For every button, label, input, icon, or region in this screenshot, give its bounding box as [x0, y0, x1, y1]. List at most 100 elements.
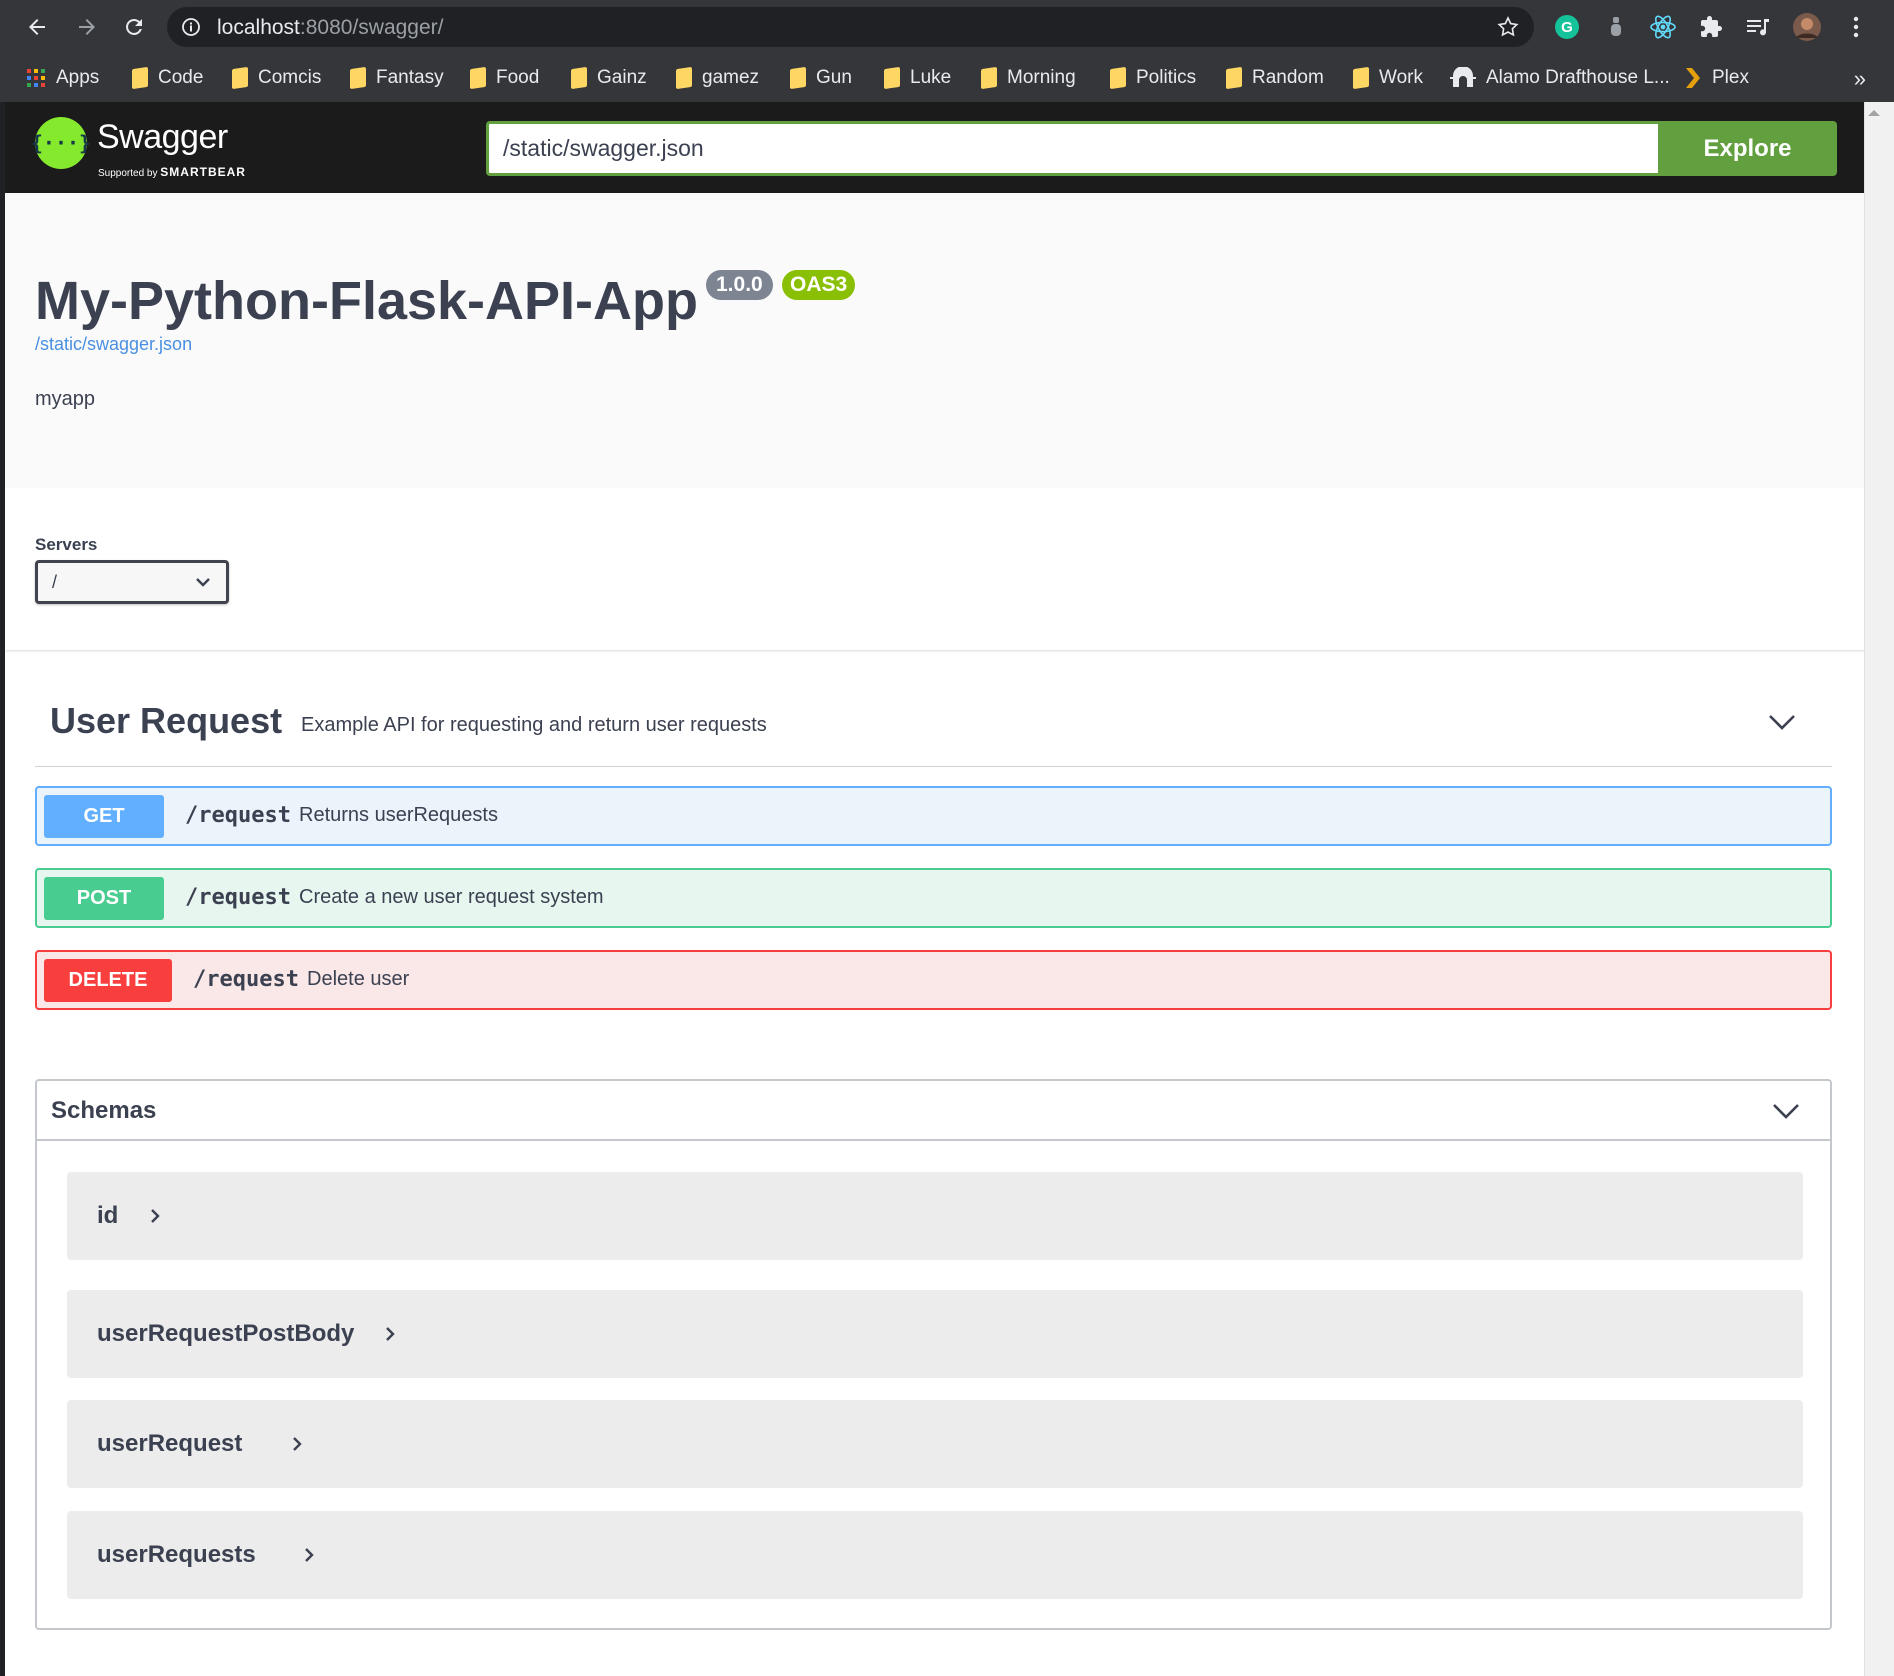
tag-description: Example API for requesting and return us…: [301, 714, 767, 736]
plex-icon: [1686, 68, 1700, 88]
servers-label: Servers: [35, 535, 98, 554]
folder-icon: [1110, 66, 1126, 90]
chevron-right-icon: [293, 1437, 302, 1451]
schemas-header[interactable]: Schemas: [37, 1081, 1830, 1141]
schema-model-id[interactable]: id: [67, 1172, 1803, 1260]
folder-icon: [884, 66, 900, 90]
swagger-brand[interactable]: Swagger: [97, 118, 228, 157]
spec-link[interactable]: /static/swagger.json: [35, 334, 192, 355]
folder-icon: [232, 66, 248, 90]
oas-badge: OAS3: [782, 270, 856, 300]
bookmark-folder-gainz[interactable]: Gainz: [571, 62, 647, 94]
folder-icon: [1353, 66, 1369, 90]
bookmark-folder-gun[interactable]: Gun: [790, 62, 852, 94]
apps-grid-icon: [27, 69, 45, 87]
folder-icon: [1226, 66, 1242, 90]
address-url[interactable]: localhost:8080/swagger/: [217, 16, 444, 40]
bookmark-folder-politics[interactable]: Politics: [1110, 62, 1196, 94]
reload-icon[interactable]: [117, 10, 151, 44]
swagger-topbar: {···} Swagger Supported by SMARTBEAR Exp…: [5, 102, 1864, 193]
bookmark-folder-luke[interactable]: Luke: [884, 62, 951, 94]
bookmark-folder-gamez[interactable]: gamez: [676, 62, 759, 94]
browser-menu-icon[interactable]: [1841, 12, 1871, 42]
bookmark-folder-fantasy[interactable]: Fantasy: [350, 62, 444, 94]
servers-selected-value: /: [52, 572, 58, 592]
folder-icon: [676, 66, 692, 90]
opblock-get-request[interactable]: GET /request Returns userRequests: [35, 786, 1832, 846]
profile-avatar[interactable]: [1792, 12, 1822, 42]
media-queue-icon[interactable]: [1743, 12, 1773, 42]
bookmark-apps[interactable]: Apps: [26, 62, 99, 94]
method-badge-get: GET: [44, 795, 164, 838]
chevron-right-icon: [305, 1548, 314, 1562]
folder-icon: [470, 66, 486, 90]
opblock-delete-request[interactable]: DELETE /request Delete user: [35, 950, 1832, 1010]
browser-toolbar: localhost:8080/swagger/ G: [0, 0, 1894, 54]
operation-summary: Delete user: [307, 968, 410, 990]
grammarly-icon[interactable]: G: [1552, 12, 1582, 42]
operation-summary: Create a new user request system: [299, 886, 604, 908]
bookmark-folder-code[interactable]: Code: [132, 62, 203, 94]
model-name: userRequests: [97, 1541, 256, 1568]
bookmark-folder-food[interactable]: Food: [470, 62, 539, 94]
operation-path: /request: [193, 967, 299, 992]
explore-button[interactable]: Explore: [1658, 121, 1837, 176]
forward-arrow-icon[interactable]: [70, 10, 104, 44]
bookmarks-overflow-button[interactable]: »: [1854, 66, 1866, 92]
swagger-logo-icon[interactable]: {···}: [31, 117, 91, 169]
chevron-down-icon[interactable]: [1766, 706, 1798, 738]
bookmark-star-icon[interactable]: [1496, 15, 1520, 39]
model-name: userRequestPostBody: [97, 1320, 355, 1347]
schemas-title: Schemas: [51, 1097, 157, 1124]
model-name: userRequest: [97, 1430, 243, 1457]
folder-icon: [790, 66, 806, 90]
schema-model-userRequests[interactable]: userRequests: [67, 1511, 1803, 1599]
bookmark-folder-comcis[interactable]: Comcis: [232, 62, 321, 94]
bookmark-folder-work[interactable]: Work: [1353, 62, 1423, 94]
chevron-right-icon: [386, 1327, 395, 1341]
api-description: myapp: [35, 388, 96, 410]
page-title: My-Python-Flask-API-App: [35, 271, 699, 331]
address-bar[interactable]: localhost:8080/swagger/: [167, 7, 1534, 47]
bookmarks-bar: Apps Code Comcis Fantasy Food Gainz game…: [0, 54, 1894, 102]
bookmark-plex[interactable]: Plex: [1684, 62, 1749, 94]
servers-select[interactable]: /: [35, 560, 229, 604]
chevron-down-icon[interactable]: [1770, 1095, 1802, 1127]
info-icon[interactable]: [181, 17, 201, 37]
chevron-down-icon: [196, 578, 210, 587]
opblock-post-request[interactable]: POST /request Create a new user request …: [35, 868, 1832, 928]
operation-summary: Returns userRequests: [299, 804, 498, 826]
info-section: [5, 193, 1864, 488]
react-devtools-icon[interactable]: [1648, 12, 1678, 42]
back-arrow-icon[interactable]: [20, 10, 54, 44]
operation-path: /request: [185, 803, 291, 828]
method-badge-delete: DELETE: [44, 959, 172, 1002]
extensions-puzzle-icon[interactable]: [1696, 12, 1726, 42]
bookmark-folder-random[interactable]: Random: [1226, 62, 1324, 94]
folder-icon: [571, 66, 587, 90]
method-badge-post: POST: [44, 877, 164, 920]
version-badge: 1.0.0: [706, 270, 773, 300]
servers-section: [5, 488, 1864, 650]
page-viewport: {···} Swagger Supported by SMARTBEAR Exp…: [5, 102, 1864, 1676]
folder-icon: [350, 66, 366, 90]
schema-model-userRequest[interactable]: userRequest: [67, 1400, 1803, 1488]
schemas-section: Schemas id userRequestPostBody userReque…: [35, 1079, 1832, 1630]
schema-model-userRequestPostBody[interactable]: userRequestPostBody: [67, 1290, 1803, 1378]
folder-icon: [981, 66, 997, 90]
bookmark-folder-morning[interactable]: Morning: [981, 62, 1076, 94]
spec-url-input[interactable]: [486, 121, 1658, 176]
tag-header-user-request[interactable]: User Request Example API for requesting …: [35, 700, 1832, 767]
chevron-right-icon: [151, 1209, 160, 1223]
alamo-icon: [1450, 67, 1476, 87]
operation-path: /request: [185, 885, 291, 910]
bookmark-alamo[interactable]: Alamo Drafthouse L...: [1450, 62, 1670, 94]
scroll-up-arrow-icon[interactable]: [1868, 110, 1880, 116]
model-name: id: [97, 1202, 119, 1229]
tag-name: User Request: [50, 700, 283, 741]
folder-icon: [132, 66, 148, 90]
page-scrollbar[interactable]: [1864, 102, 1894, 1676]
svg-text:G: G: [1561, 19, 1573, 36]
supported-by-smartbear: Supported by SMARTBEAR: [98, 165, 246, 179]
extension-flask-icon[interactable]: [1601, 12, 1631, 42]
